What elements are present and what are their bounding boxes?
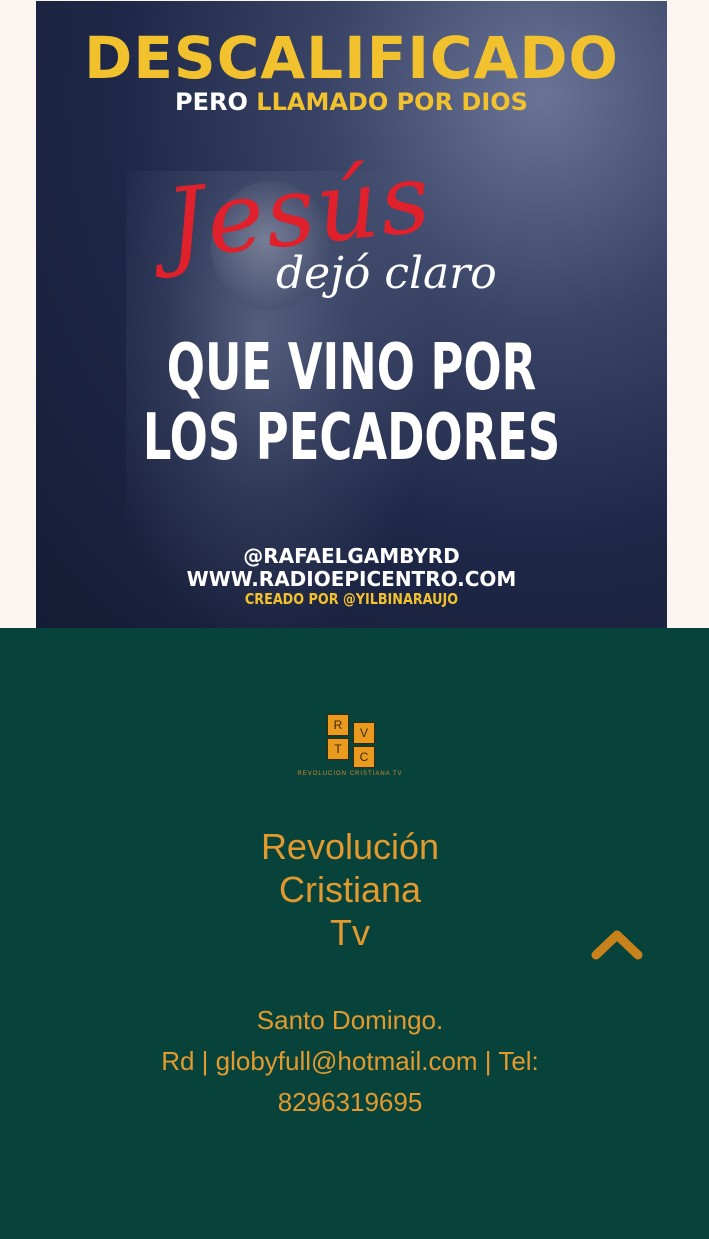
logo-cell-c: C <box>353 746 375 768</box>
rvtc-logo[interactable]: R V T C <box>327 714 375 768</box>
contact-email-line[interactable]: Rd | globyfull@hotmail.com | Tel: <box>100 1041 600 1082</box>
logo-caption: REVOLUCION CRISTIANA TV <box>297 771 403 777</box>
poster-headline-2: LOS PECADORES <box>142 401 561 475</box>
poster-credit: CREADO POR @YILBINARAUJO <box>244 590 459 608</box>
poster-subtitle-yellow: LLAMADO POR DIOS <box>256 88 528 116</box>
brand-line-3: Tv <box>330 912 370 953</box>
brand-line-1: Revolución <box>260 826 440 867</box>
poster-title: DESCALIFICADO <box>84 24 619 92</box>
chevron-up-icon <box>591 930 643 960</box>
contact-location: Santo Domingo. <box>256 1005 444 1035</box>
poster-handle: @RAFAELGAMBYRD <box>243 544 460 568</box>
brand-line-2: Cristiana <box>278 869 422 910</box>
poster-headline-1: QUE VINO POR <box>166 331 537 405</box>
poster-image: DESCALIFICADO PERO LLAMADO POR DIOS Jesú… <box>36 1 667 628</box>
contact-info: Santo Domingo. Rd | globyfull@hotmail.co… <box>100 1000 600 1123</box>
logo-cell-v: V <box>353 722 375 744</box>
hero-section: DESCALIFICADO PERO LLAMADO POR DIOS Jesú… <box>0 0 709 628</box>
logo-cell-t: T <box>327 738 349 760</box>
poster-subtitle-white: PERO <box>175 88 248 116</box>
brand-name: Revolución Cristiana Tv <box>200 825 500 954</box>
logo-cell-r: R <box>327 714 349 736</box>
poster-website: WWW.RADIOEPICENTRO.COM <box>186 567 517 591</box>
contact-phone[interactable]: 8296319695 <box>100 1082 600 1123</box>
poster-subtitle: PERO LLAMADO POR DIOS <box>36 87 667 117</box>
scroll-to-top-button[interactable] <box>590 925 644 961</box>
poster-script-white: dejó claro <box>276 248 497 299</box>
